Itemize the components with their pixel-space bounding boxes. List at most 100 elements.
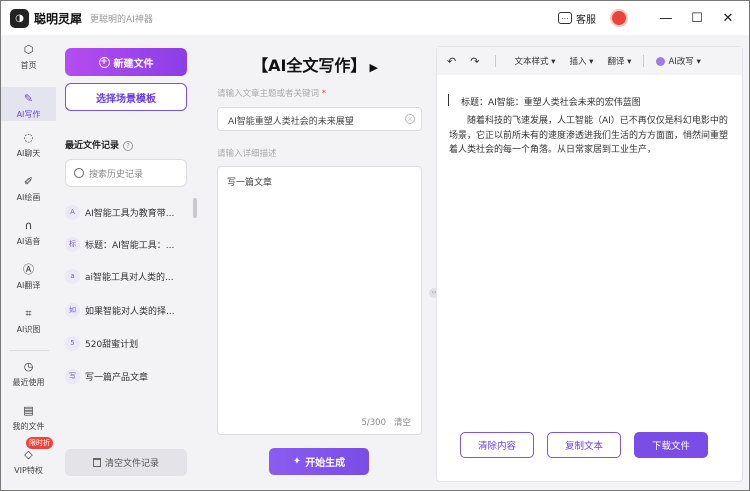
history-item-label: AI智能工具为教育带... (85, 208, 175, 219)
clear-content-button[interactable]: 清除内容 (460, 432, 534, 458)
insert-dropdown[interactable]: 插入 ▾ (569, 55, 593, 67)
customer-service-button[interactable]: … 客服 (558, 11, 596, 26)
history-item[interactable]: 标标题：AI智能工具：... (65, 235, 187, 253)
nav-vip[interactable]: ◇ VIP特权 (1, 448, 56, 476)
history-item-label: 写一篇产品文章 (85, 372, 149, 383)
article-title[interactable]: 标题：AI智能：重塑人类社会未来的宏伟蓝图 (461, 95, 641, 108)
app-name: 聪明灵犀 (34, 11, 83, 26)
copy-text-button[interactable]: 复制文本 (547, 432, 621, 458)
history-item-tag: 如 (65, 302, 80, 318)
nav-ai-voice[interactable]: ∩ AI语音 (1, 219, 56, 247)
redo-button[interactable]: ↷ (470, 55, 479, 68)
recent-files-heading: 最近文件记录? (65, 138, 134, 151)
app-slogan: 更聪明的AI神器 (90, 14, 153, 25)
new-file-button[interactable]: + 新建文件 (65, 48, 187, 76)
detail-value: 写一篇文章 (227, 178, 273, 188)
home-icon: ⬡ (23, 43, 34, 56)
article-body[interactable]: 随着科技的飞速发展，人工智能（AI）已不再仅仅是科幻电影中的场景，它正以前所未有… (449, 114, 734, 158)
translate-dropdown[interactable]: 翻译 ▾ (607, 55, 631, 67)
nav-label: AI绘画 (16, 193, 41, 202)
scan-icon: ⌗ (25, 307, 32, 320)
topic-label: 请输入文章主题或者关键词 * (217, 87, 326, 99)
nav-label: VIP特权 (14, 466, 43, 475)
translate-label: 翻译 (607, 57, 625, 67)
maximize-button[interactable]: ☐ (686, 11, 708, 26)
writing-form: 【AI全文写作】 ▶ 请输入文章主题或者关键词 * AI智能重塑人类社会的未来展望… (202, 35, 428, 490)
detail-textarea[interactable]: 写一篇文章 5/300 清空 (217, 166, 422, 435)
clear-records-label: 清空文件记录 (104, 459, 159, 469)
title-bar: ◑ 聪明灵犀 更聪明的AI神器 … 客服 — ☐ ✕ (1, 1, 749, 35)
search-placeholder: 搜索历史记录 (89, 169, 144, 180)
history-item[interactable]: 如如果智能对人类的择... (65, 301, 187, 319)
nav-label: AI写作 (16, 110, 41, 119)
left-nav: ⬡ 首页 ✎ AI写作 ◌ AI聊天 ✐ AI绘画 ∩ AI语音 Ⓐ AI翻译 ⌗ AI识图 … (1, 35, 56, 490)
clear-input-icon[interactable]: × (405, 114, 415, 124)
recent-files-title: 最近文件记录 (65, 141, 120, 151)
clear-records-button[interactable]: 清空文件记录 (65, 449, 187, 476)
history-item-label: 520甜蜜计划 (85, 339, 139, 350)
file-panel: + 新建文件 选择场景模板 最近文件记录? 搜索历史记录 A AI智能工具为教育带.… (56, 35, 202, 490)
minimize-button[interactable]: — (655, 11, 677, 26)
diamond-icon: ◇ (24, 448, 33, 461)
help-icon[interactable]: ? (123, 141, 134, 151)
topic-input[interactable]: AI智能重塑人类社会的未来展望 × (217, 107, 422, 131)
history-item[interactable]: 写写一篇产品文章 (65, 367, 187, 385)
nav-ai-writing[interactable]: ✎ AI写作 (1, 87, 56, 121)
history-scrollbar[interactable] (193, 198, 197, 218)
undo-button[interactable]: ↶ (447, 55, 456, 68)
caret-down-icon: ▾ (551, 57, 556, 67)
nav-recent[interactable]: ◷ 最近使用 (1, 360, 56, 388)
history-item-label: 如果智能对人类的择... (85, 306, 175, 317)
history-item-tag: 5 (65, 335, 80, 351)
nav-ai-painting[interactable]: ✐ AI绘画 (1, 175, 56, 203)
translate-icon: Ⓐ (23, 263, 34, 276)
editor-panel: ↶ ↷ 文本样式 ▾ 插入 ▾ 翻译 ▾ AI改写 ▾ 标题：AI智能：重塑人类… (436, 46, 743, 482)
nav-divider (9, 350, 49, 351)
toolbar-divider (643, 55, 645, 67)
new-file-label: 新建文件 (113, 58, 154, 70)
history-item[interactable]: a ai智能工具对人类的... (65, 267, 187, 285)
ai-rewrite-dropdown[interactable]: AI改写 ▾ (656, 55, 701, 67)
caret-down-icon: ▾ (627, 57, 632, 67)
detail-label: 请输入详细描述 (217, 149, 277, 159)
char-counter: 5/300 清空 (361, 416, 411, 428)
generate-label: 开始生成 (305, 458, 346, 469)
clear-detail-button[interactable]: 清空 (394, 418, 411, 428)
file-icon: ▤ (23, 404, 34, 417)
avatar[interactable] (610, 9, 628, 27)
search-icon (74, 168, 84, 178)
nav-home[interactable]: ⬡ 首页 (1, 43, 56, 71)
text-cursor (448, 94, 449, 106)
page-title: 【AI全文写作】 ▶ (202, 52, 428, 76)
trash-icon (92, 458, 101, 467)
caret-down-icon: ▾ (589, 57, 594, 67)
nav-ai-chat[interactable]: ◌ AI聊天 (1, 131, 56, 159)
required-mark: * (321, 89, 326, 99)
play-icon[interactable]: ▶ (369, 61, 377, 74)
customer-service-label: 客服 (576, 14, 596, 26)
history-item-tag: 标 (65, 236, 80, 252)
ai-rewrite-label: AI改写 (668, 57, 694, 67)
history-item-tag: 写 (65, 368, 80, 384)
nav-label: 我的文件 (12, 422, 45, 431)
nav-label: AI语音 (16, 237, 41, 246)
history-item[interactable]: A AI智能工具为教育带... (65, 203, 187, 221)
nav-label: AI识图 (16, 325, 41, 334)
history-search-input[interactable]: 搜索历史记录 (65, 159, 187, 187)
ai-rewrite-icon (656, 57, 666, 66)
text-style-dropdown[interactable]: 文本样式 ▾ (514, 55, 555, 67)
scene-template-button[interactable]: 选择场景模板 (65, 83, 187, 111)
nav-ai-image-recognition[interactable]: ⌗ AI识图 (1, 307, 56, 335)
generate-button[interactable]: ✦ 开始生成 (269, 448, 369, 475)
history-item-tag: A (65, 204, 80, 220)
brush-icon: ✐ (23, 175, 34, 188)
download-file-button[interactable]: 下载文件 (634, 432, 708, 458)
editor-toolbar: ↶ ↷ 文本样式 ▾ 插入 ▾ 翻译 ▾ AI改写 ▾ (437, 47, 742, 75)
close-button[interactable]: ✕ (717, 11, 739, 26)
topic-label-text: 请输入文章主题或者关键词 (217, 89, 320, 99)
nav-my-files[interactable]: ▤ 我的文件 (1, 404, 56, 432)
history-item[interactable]: 5 520甜蜜计划 (65, 334, 187, 352)
nav-label: AI翻译 (16, 281, 41, 290)
nav-ai-translate[interactable]: Ⓐ AI翻译 (1, 263, 56, 291)
insert-label: 插入 (569, 57, 587, 67)
